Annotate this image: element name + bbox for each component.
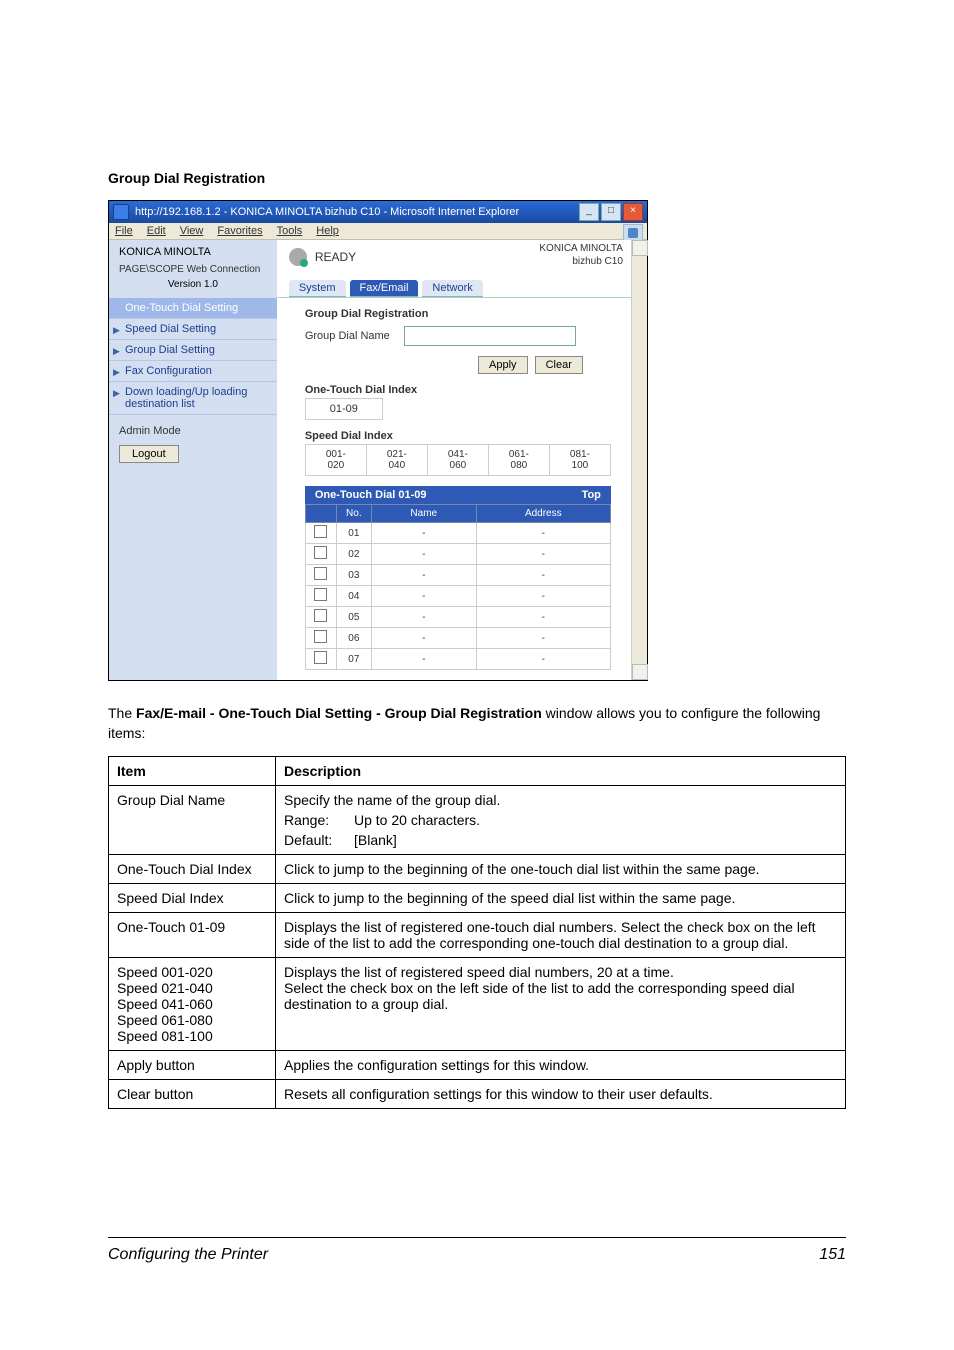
- tab-fax-email[interactable]: Fax/Email: [350, 280, 419, 297]
- content-area: READY KONICA MINOLTA bizhub C10 System F…: [277, 240, 631, 680]
- row-checkbox[interactable]: [314, 630, 327, 643]
- section-heading: Group Dial Registration: [108, 170, 846, 186]
- page-footer: Configuring the Printer 151: [108, 1237, 846, 1264]
- window-title: http://192.168.1.2 - KONICA MINOLTA bizh…: [135, 206, 519, 218]
- row-desc: Click to jump to the beginning of the sp…: [276, 883, 846, 912]
- one-touch-index-value[interactable]: 01-09: [305, 398, 383, 420]
- nav-download-upload-dest-list[interactable]: ▶Down loading/Up loading destination lis…: [109, 382, 277, 415]
- printer-status-icon: [289, 248, 307, 266]
- speed-dial-index-tabs: 001-020 021-040 041-060 061-080 081-100: [305, 444, 611, 476]
- row-desc: Displays the list of registered speed di…: [276, 957, 846, 1050]
- printer-status-text: READY: [315, 250, 356, 264]
- col-header-item: Item: [109, 756, 276, 785]
- version-label: Version 1.0: [109, 277, 277, 298]
- screenshot: http://192.168.1.2 - KONICA MINOLTA bizh…: [108, 200, 648, 681]
- one-touch-range-label: One-Touch Dial 01-09: [315, 489, 427, 501]
- form-title: Group Dial Registration: [305, 308, 611, 320]
- scroll-down-button[interactable]: [632, 664, 648, 680]
- speed-range-061-080[interactable]: 061-080: [488, 445, 549, 476]
- col-address: Address: [476, 505, 610, 523]
- row-item: Speed Dial Index: [109, 883, 276, 912]
- browser-menubar: File Edit View Favorites Tools Help: [109, 223, 647, 240]
- row-checkbox[interactable]: [314, 651, 327, 664]
- row-item: Clear button: [109, 1079, 276, 1108]
- row-item: One-Touch 01-09: [109, 912, 276, 957]
- footer-title: Configuring the Printer: [108, 1246, 268, 1264]
- row-checkbox[interactable]: [314, 588, 327, 601]
- row-item: Apply button: [109, 1050, 276, 1079]
- apply-button[interactable]: Apply: [478, 356, 528, 374]
- speed-range-081-100[interactable]: 081-100: [549, 445, 610, 476]
- window-minimize-button[interactable]: _: [579, 203, 599, 221]
- one-touch-list-header: One-Touch Dial 01-09 Top: [305, 486, 611, 504]
- menu-file[interactable]: File: [115, 225, 133, 237]
- nav-group-dial-setting[interactable]: ▶Group Dial Setting: [109, 340, 277, 361]
- table-row: 05--: [305, 607, 610, 628]
- sidebar: KONICA MINOLTA PAGE\SCOPE Web Connection…: [109, 240, 277, 680]
- table-row: 04--: [305, 586, 610, 607]
- speed-dial-index-label: Speed Dial Index: [305, 430, 611, 442]
- col-no: No.: [336, 505, 371, 523]
- speed-range-021-040[interactable]: 021-040: [366, 445, 427, 476]
- intro-paragraph: The Fax/E-mail - One-Touch Dial Setting …: [108, 703, 846, 744]
- menu-help[interactable]: Help: [316, 225, 339, 237]
- scroll-up-button[interactable]: [632, 240, 648, 256]
- row-desc: Specify the name of the group dial. Rang…: [276, 785, 846, 854]
- window-restore-button[interactable]: □: [601, 203, 621, 221]
- one-touch-list-table: No. Name Address 01-- 02-- 03-- 04-- 05-…: [305, 504, 611, 670]
- product-brand: KONICA MINOLTA: [539, 242, 623, 255]
- row-desc: Click to jump to the beginning of the on…: [276, 854, 846, 883]
- nav-fax-configuration[interactable]: ▶Fax Configuration: [109, 361, 277, 382]
- window-titlebar: http://192.168.1.2 - KONICA MINOLTA bizh…: [109, 201, 647, 223]
- menu-favorites[interactable]: Favorites: [217, 225, 262, 237]
- row-checkbox[interactable]: [314, 567, 327, 580]
- menu-tools[interactable]: Tools: [277, 225, 303, 237]
- row-item: Group Dial Name: [109, 785, 276, 854]
- speed-range-001-020[interactable]: 001-020: [305, 445, 366, 476]
- table-row: 06--: [305, 628, 610, 649]
- row-item: One-Touch Dial Index: [109, 854, 276, 883]
- col-header-description: Description: [276, 756, 846, 785]
- window-close-button[interactable]: ×: [623, 203, 643, 221]
- one-touch-index-label: One-Touch Dial Index: [305, 384, 611, 396]
- nav-speed-dial-setting[interactable]: ▶Speed Dial Setting: [109, 319, 277, 340]
- table-row: 07--: [305, 649, 610, 670]
- group-dial-name-input[interactable]: [404, 326, 576, 346]
- items-description-table: Item Description Group Dial Name Specify…: [108, 756, 846, 1109]
- nav-one-touch-dial-setting[interactable]: One-Touch Dial Setting: [109, 298, 277, 319]
- speed-range-041-060[interactable]: 041-060: [427, 445, 488, 476]
- row-desc: Displays the list of registered one-touc…: [276, 912, 846, 957]
- row-item: Speed 001-020 Speed 021-040 Speed 041-06…: [109, 957, 276, 1050]
- brand-name: KONICA MINOLTA: [119, 246, 211, 258]
- product-model: bizhub C10: [539, 255, 623, 268]
- col-name: Name: [371, 505, 476, 523]
- row-desc: Applies the configuration settings for t…: [276, 1050, 846, 1079]
- tab-system[interactable]: System: [289, 280, 346, 297]
- vertical-scrollbar[interactable]: [631, 240, 647, 680]
- table-row: 03--: [305, 565, 610, 586]
- menu-edit[interactable]: Edit: [147, 225, 166, 237]
- ie-icon: [113, 204, 129, 220]
- row-checkbox[interactable]: [314, 609, 327, 622]
- group-dial-name-label: Group Dial Name: [305, 330, 390, 342]
- table-row: 01--: [305, 523, 610, 544]
- tab-network[interactable]: Network: [422, 280, 482, 297]
- subbrand: PAGE\SCOPE Web Connection: [109, 264, 277, 277]
- logout-button[interactable]: Logout: [119, 445, 179, 463]
- menu-view[interactable]: View: [180, 225, 204, 237]
- row-desc: Resets all configuration settings for th…: [276, 1079, 846, 1108]
- footer-page-number: 151: [819, 1246, 846, 1264]
- clear-button[interactable]: Clear: [535, 356, 583, 374]
- top-link[interactable]: Top: [582, 489, 601, 501]
- table-row: 02--: [305, 544, 610, 565]
- row-checkbox[interactable]: [314, 525, 327, 538]
- row-checkbox[interactable]: [314, 546, 327, 559]
- admin-mode-label: Admin Mode: [109, 415, 277, 441]
